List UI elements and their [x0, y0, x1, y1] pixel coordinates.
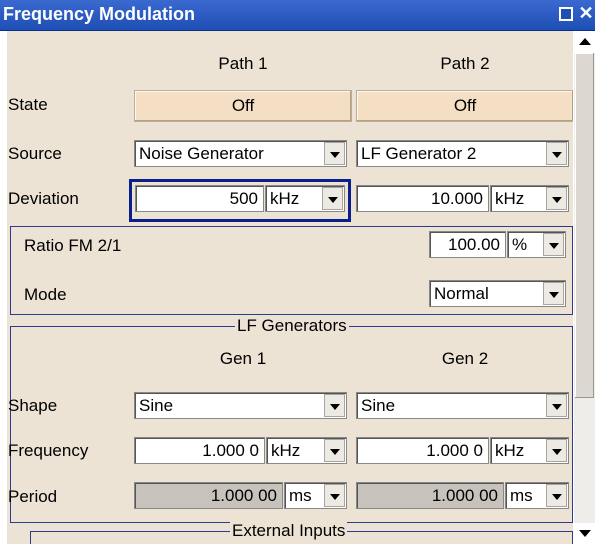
period-label: Period [8, 487, 58, 506]
window-title: Frequency Modulation [3, 4, 196, 24]
dialog-body: Path 1 Path 2 State Off Off Source Noise… [7, 31, 573, 544]
mode-select[interactable]: Normal [429, 280, 566, 307]
gen2-shape-value: Sine [361, 396, 396, 415]
gen2-shape-select[interactable]: Sine [356, 392, 569, 419]
chevron-down-icon[interactable] [543, 233, 564, 256]
chevron-down-icon[interactable] [324, 394, 345, 417]
gen1-shape-select[interactable]: Sine [134, 392, 347, 419]
path1-state-button[interactable]: Off [134, 90, 352, 122]
gen1-period-unit: ms [289, 486, 312, 505]
path1-deviation-unit: kHz [270, 189, 300, 208]
title-bar[interactable]: Frequency Modulation ✕ [0, 0, 595, 31]
gen2-period-value: 1.000 00 [356, 482, 504, 509]
chevron-down-icon[interactable] [546, 142, 567, 165]
gen1-shape-value: Sine [139, 396, 174, 415]
gen1-period-value: 1.000 00 [134, 482, 283, 509]
vertical-scrollbar[interactable] [574, 31, 595, 544]
chevron-down-icon[interactable] [324, 439, 345, 462]
gen1-frequency-unit: kHz [271, 441, 301, 460]
state-label: State [8, 95, 48, 114]
gen1-frequency-input[interactable]: 1.000 0 [134, 437, 265, 464]
shape-label: Shape [8, 396, 58, 415]
scroll-thumb[interactable] [575, 53, 594, 398]
path2-deviation-unit-select[interactable]: kHz [490, 185, 569, 212]
source-label: Source [8, 144, 62, 163]
chevron-down-icon[interactable] [546, 484, 567, 507]
chevron-down-icon[interactable] [543, 282, 564, 305]
arrow-up-icon[interactable] [574, 31, 595, 52]
path2-deviation-input[interactable]: 10.000 [356, 185, 489, 212]
gen2-period-unit-select[interactable]: ms [505, 482, 569, 509]
ratio-label: Ratio FM 2/1 [24, 236, 122, 255]
path2-source-select[interactable]: LF Generator 2 [356, 140, 569, 167]
mode-label: Mode [24, 285, 67, 304]
chevron-down-icon[interactable] [322, 187, 343, 210]
arrow-down-icon[interactable] [574, 523, 595, 544]
deviation-label: Deviation [8, 189, 79, 208]
gen1-header: Gen 1 [219, 349, 267, 368]
frequency-label: Frequency [8, 441, 89, 460]
frequency-modulation-window: Frequency Modulation ✕ Path 1 Path 2 Sta… [0, 0, 595, 544]
gen1-period-unit-select[interactable]: ms [284, 482, 347, 509]
chevron-down-icon[interactable] [546, 394, 567, 417]
gen2-frequency-input[interactable]: 1.000 0 [356, 437, 489, 464]
external-inputs-legend: External Inputs [230, 521, 348, 540]
lf-generators-legend: LF Generators [235, 316, 349, 335]
path2-source-value: LF Generator 2 [361, 144, 477, 163]
close-icon[interactable]: ✕ [577, 4, 595, 22]
chevron-down-icon[interactable] [546, 187, 567, 210]
chevron-down-icon[interactable] [324, 142, 345, 165]
path1-source-value: Noise Generator [139, 144, 264, 163]
ratio-input[interactable]: 100.00 [429, 231, 506, 258]
maximize-icon[interactable] [559, 7, 573, 21]
path2-header: Path 2 [440, 54, 490, 73]
gen2-header: Gen 2 [441, 349, 489, 368]
path1-source-select[interactable]: Noise Generator [134, 140, 347, 167]
path1-deviation-input[interactable]: 500 [135, 185, 264, 212]
ratio-unit: % [512, 235, 528, 254]
chevron-down-icon[interactable] [324, 484, 345, 507]
ratio-unit-select[interactable]: % [507, 231, 566, 258]
mode-value: Normal [434, 284, 489, 303]
chevron-down-icon[interactable] [546, 439, 567, 462]
gen2-frequency-unit-select[interactable]: kHz [490, 437, 569, 464]
gen2-period-unit: ms [510, 486, 533, 505]
gen2-frequency-unit: kHz [495, 441, 525, 460]
gen1-frequency-unit-select[interactable]: kHz [266, 437, 347, 464]
path2-state-button[interactable]: Off [356, 90, 573, 122]
path1-header: Path 1 [218, 54, 268, 73]
path1-deviation-unit-select[interactable]: kHz [265, 185, 345, 212]
path2-deviation-unit: kHz [495, 189, 525, 208]
